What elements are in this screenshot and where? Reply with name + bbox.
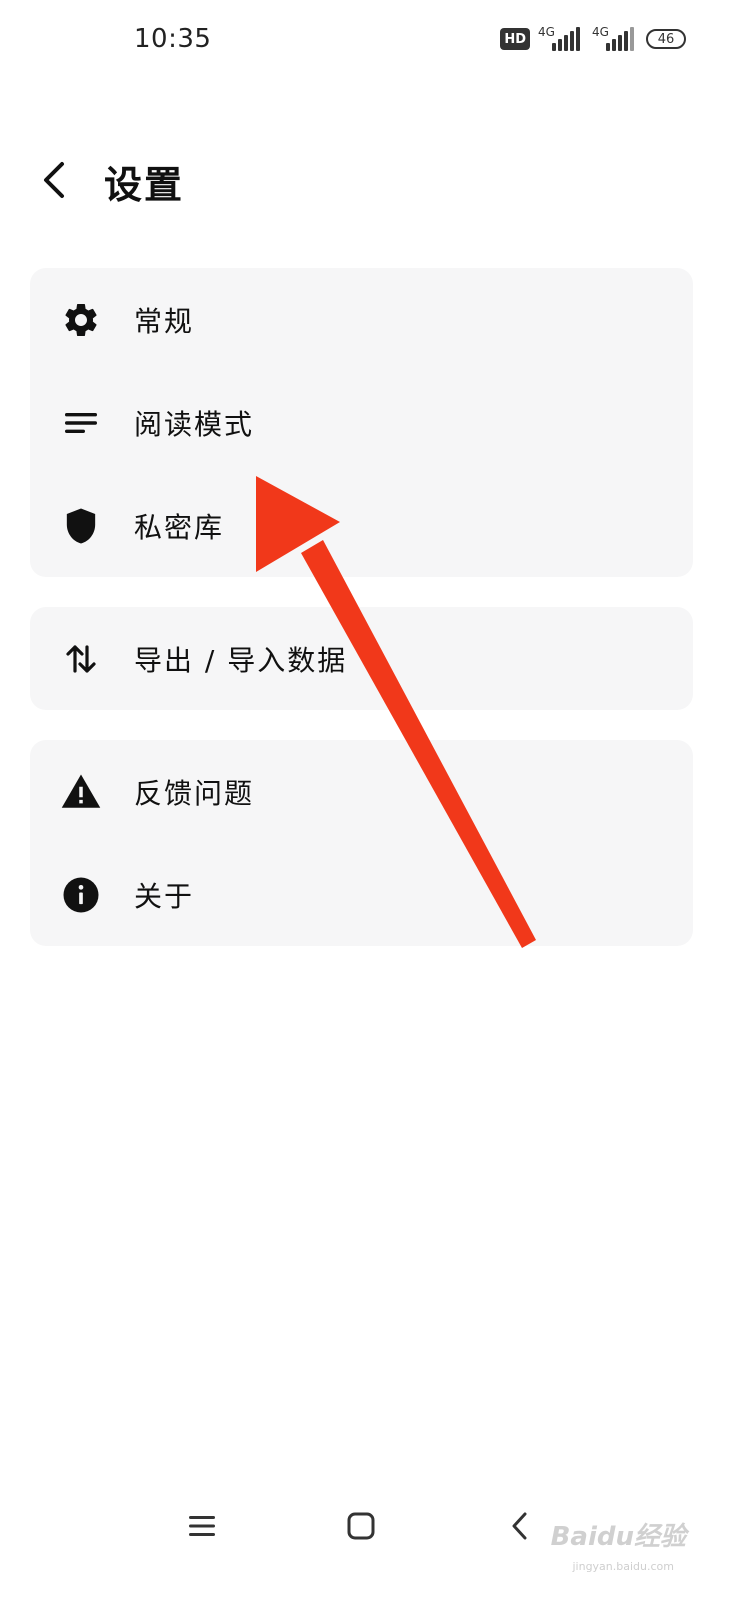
warning-icon	[60, 771, 102, 813]
status-time: 10:35	[134, 24, 212, 54]
watermark-brand: Baidu经验	[550, 1522, 686, 1552]
settings-item-label: 反馈问题	[134, 776, 255, 810]
battery-icon: 46	[646, 29, 686, 49]
settings-item-label: 私密库	[134, 510, 225, 544]
network-type-2: 4G	[592, 25, 609, 39]
settings-item-about[interactable]: 关于	[30, 843, 693, 946]
chevron-left-icon	[512, 1512, 527, 1540]
settings-item-label: 关于	[134, 879, 195, 913]
watermark-url: jingyan.baidu.com	[572, 1560, 674, 1573]
settings-item-feedback[interactable]: 反馈问题	[30, 740, 693, 843]
settings-group-1: 常规 阅读模式 私密库	[30, 268, 693, 577]
settings-group-2: 导出 / 导入数据	[30, 607, 693, 710]
back-button[interactable]	[30, 152, 78, 208]
settings-item-reading-mode[interactable]: 阅读模式	[30, 371, 693, 474]
status-indicators: HD 4G 4G 46	[500, 24, 686, 54]
gear-icon	[60, 299, 102, 341]
signal-2-icon: 4G	[592, 25, 638, 53]
hd-badge: HD	[500, 28, 530, 50]
shield-icon	[60, 505, 102, 547]
page-title: 设置	[104, 163, 185, 207]
transfer-arrows-icon	[60, 638, 102, 680]
settings-item-export-import[interactable]: 导出 / 导入数据	[30, 607, 693, 710]
status-bar: 10:35 HD 4G 4G 46	[0, 0, 738, 80]
info-icon	[60, 874, 102, 916]
menu-lines-icon	[189, 1516, 215, 1536]
network-type-1: 4G	[538, 25, 555, 39]
signal-1-icon: 4G	[538, 25, 584, 53]
settings-item-label: 导出 / 导入数据	[134, 643, 348, 677]
settings-item-label: 常规	[134, 304, 195, 338]
recents-button[interactable]	[178, 1502, 226, 1550]
lines-icon	[60, 402, 102, 444]
settings-item-general[interactable]: 常规	[30, 268, 693, 371]
square-icon	[347, 1512, 375, 1540]
settings-group-3: 反馈问题 关于	[30, 740, 693, 946]
chevron-left-icon	[44, 162, 64, 198]
nav-back-button[interactable]	[496, 1502, 544, 1550]
settings-item-label: 阅读模式	[134, 407, 255, 441]
home-button[interactable]	[337, 1502, 385, 1550]
settings-item-private-vault[interactable]: 私密库	[30, 474, 693, 577]
